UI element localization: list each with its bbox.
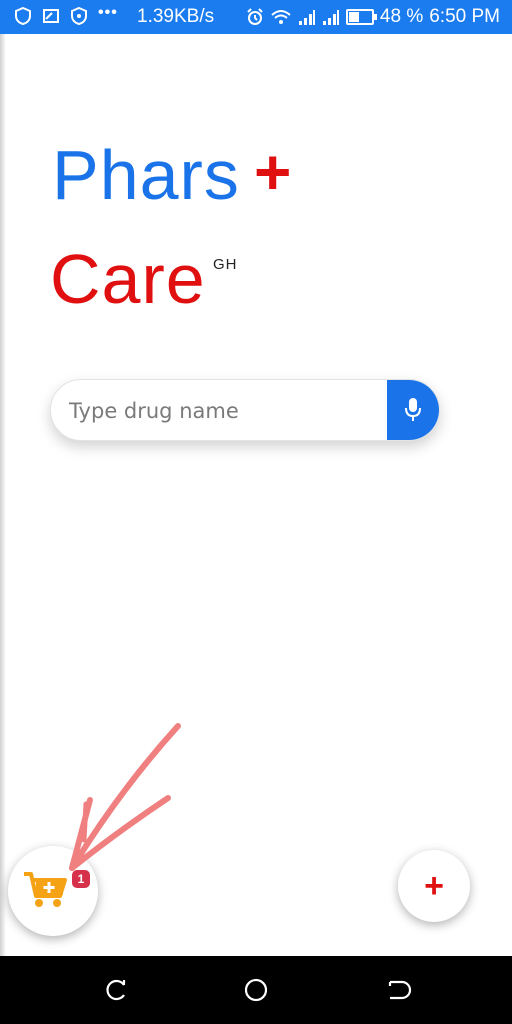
back-icon[interactable] bbox=[384, 976, 412, 1004]
logo-care: Care bbox=[50, 240, 206, 318]
microphone-icon bbox=[405, 398, 421, 421]
cart-icon bbox=[24, 872, 67, 907]
home-icon[interactable] bbox=[242, 976, 270, 1004]
cart-count-badge: 1 bbox=[72, 870, 90, 888]
search-bar bbox=[50, 379, 440, 441]
logo-plus: + bbox=[254, 136, 292, 208]
drawer-edge bbox=[0, 34, 6, 956]
alarm-icon bbox=[247, 8, 263, 25]
cart-button[interactable]: 1 bbox=[8, 846, 98, 936]
cast-icon bbox=[43, 9, 59, 23]
signal-icon bbox=[298, 10, 315, 25]
navigation-bar bbox=[0, 956, 512, 1024]
voice-search-button[interactable] bbox=[387, 380, 439, 440]
status-right-icons: 48 % 6:50 PM bbox=[246, 6, 500, 28]
battery-icon bbox=[345, 9, 377, 25]
wifi-icon bbox=[271, 10, 291, 24]
shield-icon bbox=[15, 7, 31, 25]
status-left-icons: ••• bbox=[14, 4, 118, 25]
vpn-shield-icon bbox=[71, 7, 87, 25]
status-bar: ••• 1.39KB/s 48 % 6:50 PM bbox=[0, 0, 512, 34]
battery-percent: 48 % bbox=[379, 6, 424, 27]
logo-phars: Phars bbox=[52, 136, 240, 214]
signal-icon bbox=[322, 10, 339, 25]
clock: 6:50 PM bbox=[429, 6, 500, 27]
more-dots-icon: ••• bbox=[98, 4, 118, 21]
drug-search-input[interactable] bbox=[67, 380, 389, 440]
logo-superscript: GH bbox=[213, 256, 238, 273]
network-speed: 1.39KB/s bbox=[137, 6, 215, 27]
add-button[interactable]: + bbox=[398, 850, 470, 922]
battery-fill bbox=[348, 12, 359, 22]
recent-apps-icon[interactable] bbox=[102, 976, 130, 1004]
